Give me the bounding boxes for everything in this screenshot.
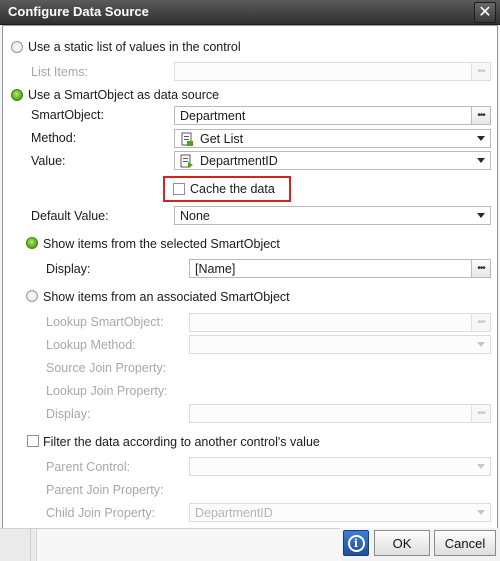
smartobject-value: Department: [180, 108, 246, 123]
chevron-down-icon: [472, 504, 490, 521]
list-items-field: •••: [174, 62, 491, 81]
method-select[interactable]: Get List: [174, 129, 491, 148]
default-value-select[interactable]: None: [174, 206, 491, 225]
smartobject-field[interactable]: Department •••: [174, 106, 491, 125]
selected-display-field[interactable]: [Name] •••: [189, 259, 491, 278]
lookup-join-label: Lookup Join Property:: [46, 384, 168, 398]
background-panel-content: [36, 529, 341, 561]
chevron-down-icon: [472, 458, 490, 475]
filter-checkbox[interactable]: [27, 435, 39, 447]
smartobject-ellipsis-button[interactable]: •••: [471, 107, 490, 124]
smartobject-field-label: SmartObject:: [31, 108, 104, 122]
default-value-value: None: [180, 208, 210, 223]
cancel-button[interactable]: Cancel: [434, 530, 496, 556]
associated-display-label: Display:: [46, 407, 91, 421]
info-icon: i: [347, 534, 365, 552]
lookup-smartobject-field: •••: [189, 313, 491, 332]
close-icon: ✕: [478, 3, 492, 21]
associated-display-ellipsis-button: •••: [471, 405, 490, 422]
cache-data-checkbox[interactable]: [173, 183, 185, 195]
smartobject-source-label: Use a SmartObject as data source: [28, 88, 220, 102]
lookup-smartobject-ellipsis-button: •••: [471, 314, 490, 331]
source-join-label: Source Join Property:: [46, 361, 167, 375]
static-list-label: Use a static list of values in the contr…: [28, 40, 241, 54]
chevron-down-icon: [472, 336, 490, 353]
value-label: Value:: [31, 154, 66, 168]
show-associated-label: Show items from an associated SmartObjec…: [43, 290, 290, 304]
show-associated-radio[interactable]: [26, 290, 38, 302]
method-label: Method:: [31, 131, 77, 145]
filter-label: Filter the data according to another con…: [43, 435, 320, 449]
chevron-down-icon[interactable]: [472, 152, 490, 169]
selected-display-value: [Name]: [195, 261, 236, 276]
child-join-label: Child Join Property:: [46, 506, 156, 520]
lookup-method-select: [189, 335, 491, 354]
smartobject-source-radio[interactable]: [11, 89, 23, 101]
show-selected-radio[interactable]: [26, 237, 38, 249]
dialog-title: Configure Data Source: [8, 4, 149, 19]
ok-button[interactable]: OK: [374, 530, 430, 556]
associated-display-field: •••: [189, 404, 491, 423]
list-items-ellipsis-button: •••: [471, 63, 490, 80]
value-select[interactable]: DepartmentID: [174, 151, 491, 170]
static-list-radio[interactable]: [11, 41, 23, 53]
background-panel-left: [0, 529, 31, 561]
child-join-select: DepartmentID: [189, 503, 491, 522]
default-value-label: Default Value:: [31, 209, 109, 223]
parent-control-select: [189, 457, 491, 476]
show-selected-label: Show items from the selected SmartObject: [43, 237, 280, 251]
value-value: DepartmentID: [200, 153, 278, 168]
property-icon: [180, 154, 194, 168]
method-value: Get List: [200, 131, 244, 146]
lookup-method-label: Lookup Method:: [46, 338, 136, 352]
info-button[interactable]: i: [343, 530, 369, 556]
list-items-label: List Items:: [31, 65, 88, 79]
method-icon: [180, 132, 194, 146]
chevron-down-icon[interactable]: [472, 130, 490, 147]
close-button[interactable]: ✕: [474, 2, 496, 23]
selected-display-ellipsis-button[interactable]: •••: [471, 260, 490, 277]
lookup-smartobject-label: Lookup SmartObject:: [46, 315, 164, 329]
cache-data-label: Cache the data: [190, 182, 275, 196]
chevron-down-icon[interactable]: [472, 207, 490, 224]
child-join-value: DepartmentID: [195, 505, 273, 520]
parent-control-label: Parent Control:: [46, 460, 131, 474]
parent-join-label: Parent Join Property:: [46, 483, 164, 497]
background-page-strip: [0, 528, 341, 561]
selected-display-label: Display:: [46, 262, 91, 276]
